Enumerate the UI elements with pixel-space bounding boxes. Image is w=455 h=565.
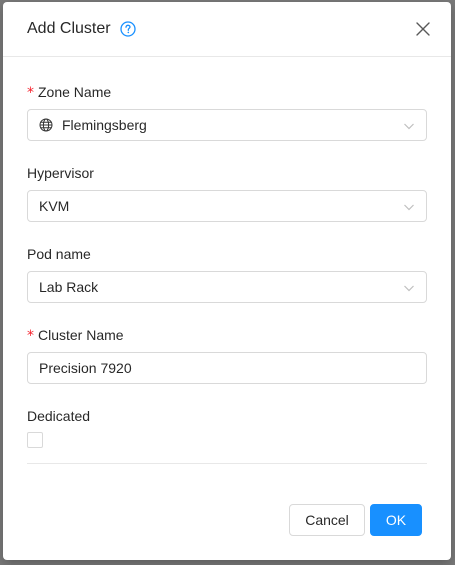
cancel-button[interactable]: Cancel xyxy=(289,504,365,536)
pod-name-select[interactable]: Lab Rack xyxy=(27,271,427,303)
dialog-title-text: Add Cluster xyxy=(27,20,111,37)
cluster-name-field: * Cluster Name Precision 7920 xyxy=(27,326,427,384)
hypervisor-select[interactable]: KVM xyxy=(27,190,427,222)
chevron-down-icon xyxy=(403,201,415,213)
cluster-name-label: * Cluster Name xyxy=(27,327,124,344)
dedicated-label: Dedicated xyxy=(27,408,91,424)
divider xyxy=(27,463,427,464)
dialog-footer: Cancel OK xyxy=(3,504,451,536)
zone-name-label: * Zone Name xyxy=(27,84,112,101)
zone-name-value: Flemingsberg xyxy=(62,117,147,133)
pod-name-value: Lab Rack xyxy=(39,279,99,295)
required-marker: * xyxy=(27,328,34,344)
hypervisor-field: Hypervisor KVM xyxy=(27,164,427,222)
question-circle-icon[interactable] xyxy=(119,21,136,37)
hypervisor-label: Hypervisor xyxy=(27,165,94,181)
cluster-name-input[interactable]: Precision 7920 xyxy=(27,352,427,384)
required-marker: * xyxy=(27,85,34,101)
pod-name-field: Pod name Lab Rack xyxy=(27,245,427,303)
dialog-title: Add Cluster xyxy=(27,20,136,38)
chevron-down-icon xyxy=(403,120,415,132)
zone-name-select[interactable]: Flemingsberg xyxy=(27,109,427,141)
dedicated-checkbox[interactable] xyxy=(27,432,43,448)
dialog-body: * Zone Name Flemingsberg Hypervisor KVM … xyxy=(3,57,451,448)
add-cluster-dialog: Add Cluster * Zone Name Flemingsberg Hyp… xyxy=(3,2,451,560)
globe-icon xyxy=(39,118,53,132)
close-icon[interactable] xyxy=(415,21,431,37)
hypervisor-value: KVM xyxy=(39,198,70,214)
chevron-down-icon xyxy=(403,282,415,294)
ok-button[interactable]: OK xyxy=(370,504,422,536)
dialog-header: Add Cluster xyxy=(3,2,451,57)
dedicated-field: Dedicated xyxy=(27,407,427,448)
zone-name-field: * Zone Name Flemingsberg xyxy=(27,83,427,141)
pod-name-label: Pod name xyxy=(27,246,91,262)
